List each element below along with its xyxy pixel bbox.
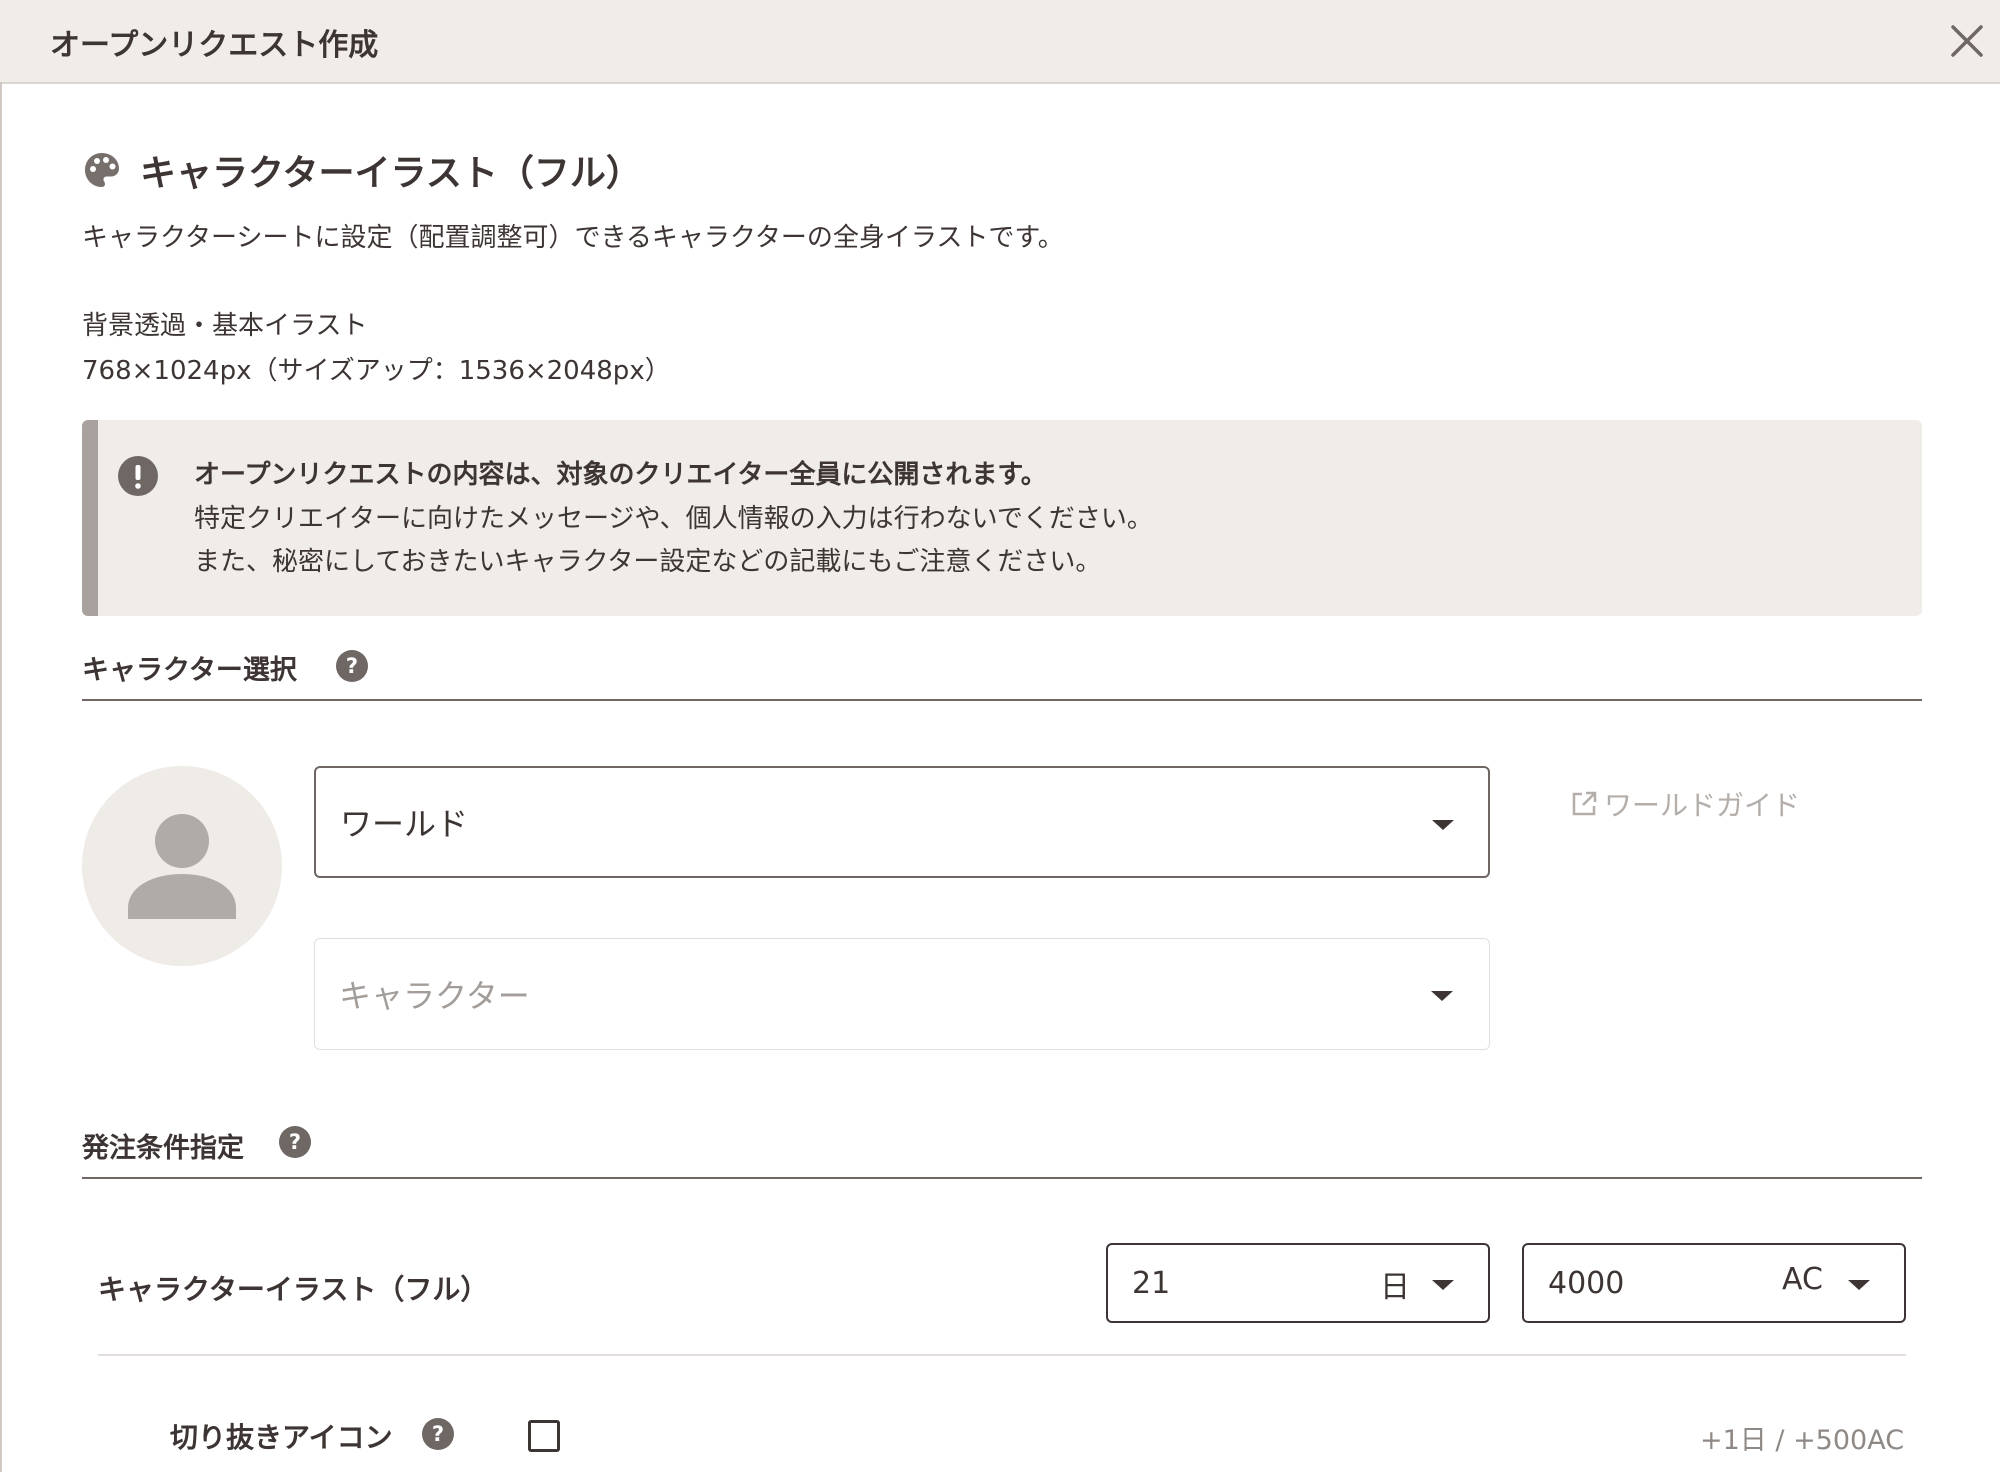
section-divider	[82, 699, 1922, 701]
days-select[interactable]: 21 日	[1106, 1243, 1490, 1323]
days-value: 21	[1132, 1265, 1171, 1301]
conditions-heading: 発注条件指定	[82, 1133, 244, 1164]
item-spec-type: 背景透過・基本イラスト	[82, 311, 368, 341]
cutout-icon-checkbox[interactable]	[528, 1420, 560, 1452]
item-description: キャラクターシートに設定（配置調整可）できるキャラクターの全身イラストです。	[82, 223, 1064, 253]
exclamation-icon	[118, 456, 158, 496]
item-title: キャラクターイラスト（フル）	[140, 153, 642, 194]
dialog-left-border	[0, 82, 2, 1472]
palette-icon	[82, 150, 122, 190]
notice-line: 特定クリエイターに向けたメッセージや、個人情報の入力は行わないでください。	[194, 504, 1153, 534]
user-avatar-icon	[128, 814, 236, 919]
notice-accent-bar	[82, 420, 98, 616]
help-icon[interactable]: ?	[336, 650, 368, 682]
notice-box: オープンリクエストの内容は、対象のクリエイター全員に公開されます。 特定クリエイ…	[82, 420, 1922, 616]
close-icon[interactable]	[1944, 18, 1990, 64]
chevron-down-icon	[1432, 820, 1454, 830]
condition-row-label: キャラクターイラスト（フル）	[98, 1273, 489, 1306]
row-divider	[98, 1354, 1906, 1356]
help-icon[interactable]: ?	[279, 1126, 311, 1158]
price-unit: AC	[1782, 1262, 1823, 1297]
avatar	[82, 766, 282, 966]
price-select[interactable]: 4000 AC	[1522, 1243, 1906, 1323]
help-icon[interactable]: ?	[422, 1418, 454, 1450]
svg-text:?: ?	[432, 1422, 444, 1446]
world-guide-label: ワールドガイド	[1604, 789, 1801, 822]
notice-headline: オープンリクエストの内容は、対象のクリエイター全員に公開されます。	[194, 460, 1047, 490]
dialog-title: オープンリクエスト作成	[50, 28, 379, 63]
character-select-placeholder: キャラクター	[339, 977, 530, 1015]
external-link-icon	[1572, 791, 1597, 816]
cutout-icon-option-label: 切り抜きアイコン	[170, 1421, 393, 1454]
item-spec-size: 768×1024px（サイズアップ：1536×2048px）	[82, 356, 671, 386]
svg-text:?: ?	[289, 1130, 301, 1154]
chevron-down-icon	[1432, 1280, 1454, 1290]
world-select[interactable]: ワールド	[314, 766, 1490, 878]
world-guide-link[interactable]: ワールドガイド	[1570, 784, 1800, 824]
world-select-value: ワールド	[340, 805, 469, 843]
notice-line: また、秘密にしておきたいキャラクター設定などの記載にもご注意ください。	[194, 547, 1102, 577]
chevron-down-icon	[1431, 991, 1453, 1001]
character-select-heading: キャラクター選択	[82, 655, 297, 686]
option-addon-text: +1日 / +500AC	[1700, 1425, 1905, 1456]
character-select[interactable]: キャラクター	[314, 938, 1490, 1050]
section-divider	[82, 1177, 1922, 1179]
chevron-down-icon	[1848, 1280, 1870, 1290]
days-unit: 日	[1380, 1270, 1410, 1305]
price-value: 4000	[1548, 1265, 1625, 1301]
svg-text:?: ?	[346, 654, 358, 678]
